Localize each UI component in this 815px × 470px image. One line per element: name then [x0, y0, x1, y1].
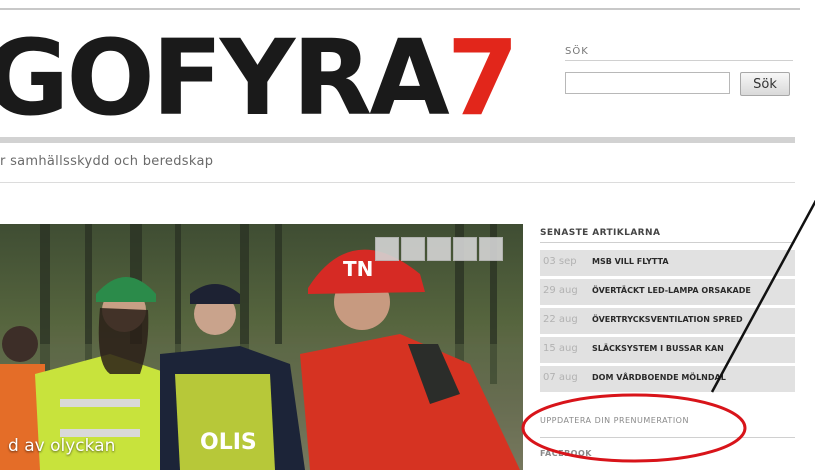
- svg-text:OLIS: OLIS: [200, 430, 257, 455]
- article-title[interactable]: MSB VILL FLYTTA: [592, 257, 669, 266]
- helmet-text: TN: [343, 257, 373, 281]
- article-date: 15 aug: [543, 343, 578, 354]
- search-label: SÖK: [565, 46, 589, 57]
- search-button[interactable]: Sök: [740, 72, 790, 96]
- article-title[interactable]: ÖVERTÄCKT LED-LAMPA ORSAKADE: [592, 286, 751, 295]
- article-item[interactable]: 22 aug ÖVERTRYCKSVENTILATION SPRED: [540, 308, 795, 334]
- logo-number: 7: [446, 28, 519, 128]
- article-date: 22 aug: [543, 314, 578, 325]
- facebook-heading: FACEBOOK: [540, 449, 592, 458]
- tagline-divider: [0, 182, 795, 183]
- site-logo[interactable]: GOFYRA7: [0, 28, 560, 128]
- slide-thumbnail[interactable]: [375, 237, 399, 261]
- header-bar: [0, 137, 795, 143]
- article-item[interactable]: 03 sep MSB VILL FLYTTA: [540, 250, 795, 276]
- slide-thumbnail[interactable]: [427, 237, 451, 261]
- slide-thumbnail[interactable]: [453, 237, 477, 261]
- article-date: 29 aug: [543, 285, 578, 296]
- article-date: 03 sep: [543, 256, 577, 267]
- sidebar-divider: [540, 242, 795, 243]
- logo-text: GOFYRA: [0, 28, 450, 128]
- latest-articles-heading: SENASTE ARTIKLARNA: [540, 228, 661, 238]
- site-tagline: r samhällsskydd och beredskap: [0, 154, 214, 169]
- hero-caption: d av olyckan: [8, 436, 116, 456]
- search-divider: [565, 60, 793, 61]
- update-subscription-link[interactable]: UPPDATERA DIN PRENUMERATION: [540, 416, 689, 425]
- slide-thumbnail[interactable]: [401, 237, 425, 261]
- article-title[interactable]: SLÄCKSYSTEM I BUSSAR KAN: [592, 344, 724, 353]
- subscribe-divider: [540, 437, 795, 438]
- article-title[interactable]: DOM VÅRDBOENDE MÖLNDAL: [592, 373, 726, 382]
- article-item[interactable]: 29 aug ÖVERTÄCKT LED-LAMPA ORSAKADE: [540, 279, 795, 305]
- article-item[interactable]: 07 aug DOM VÅRDBOENDE MÖLNDAL: [540, 366, 795, 392]
- article-item[interactable]: 15 aug SLÄCKSYSTEM I BUSSAR KAN: [540, 337, 795, 363]
- top-divider: [0, 8, 800, 10]
- search-input[interactable]: [565, 72, 730, 94]
- article-date: 07 aug: [543, 372, 578, 383]
- slide-thumbnail[interactable]: [479, 237, 503, 261]
- article-title[interactable]: ÖVERTRYCKSVENTILATION SPRED: [592, 315, 743, 324]
